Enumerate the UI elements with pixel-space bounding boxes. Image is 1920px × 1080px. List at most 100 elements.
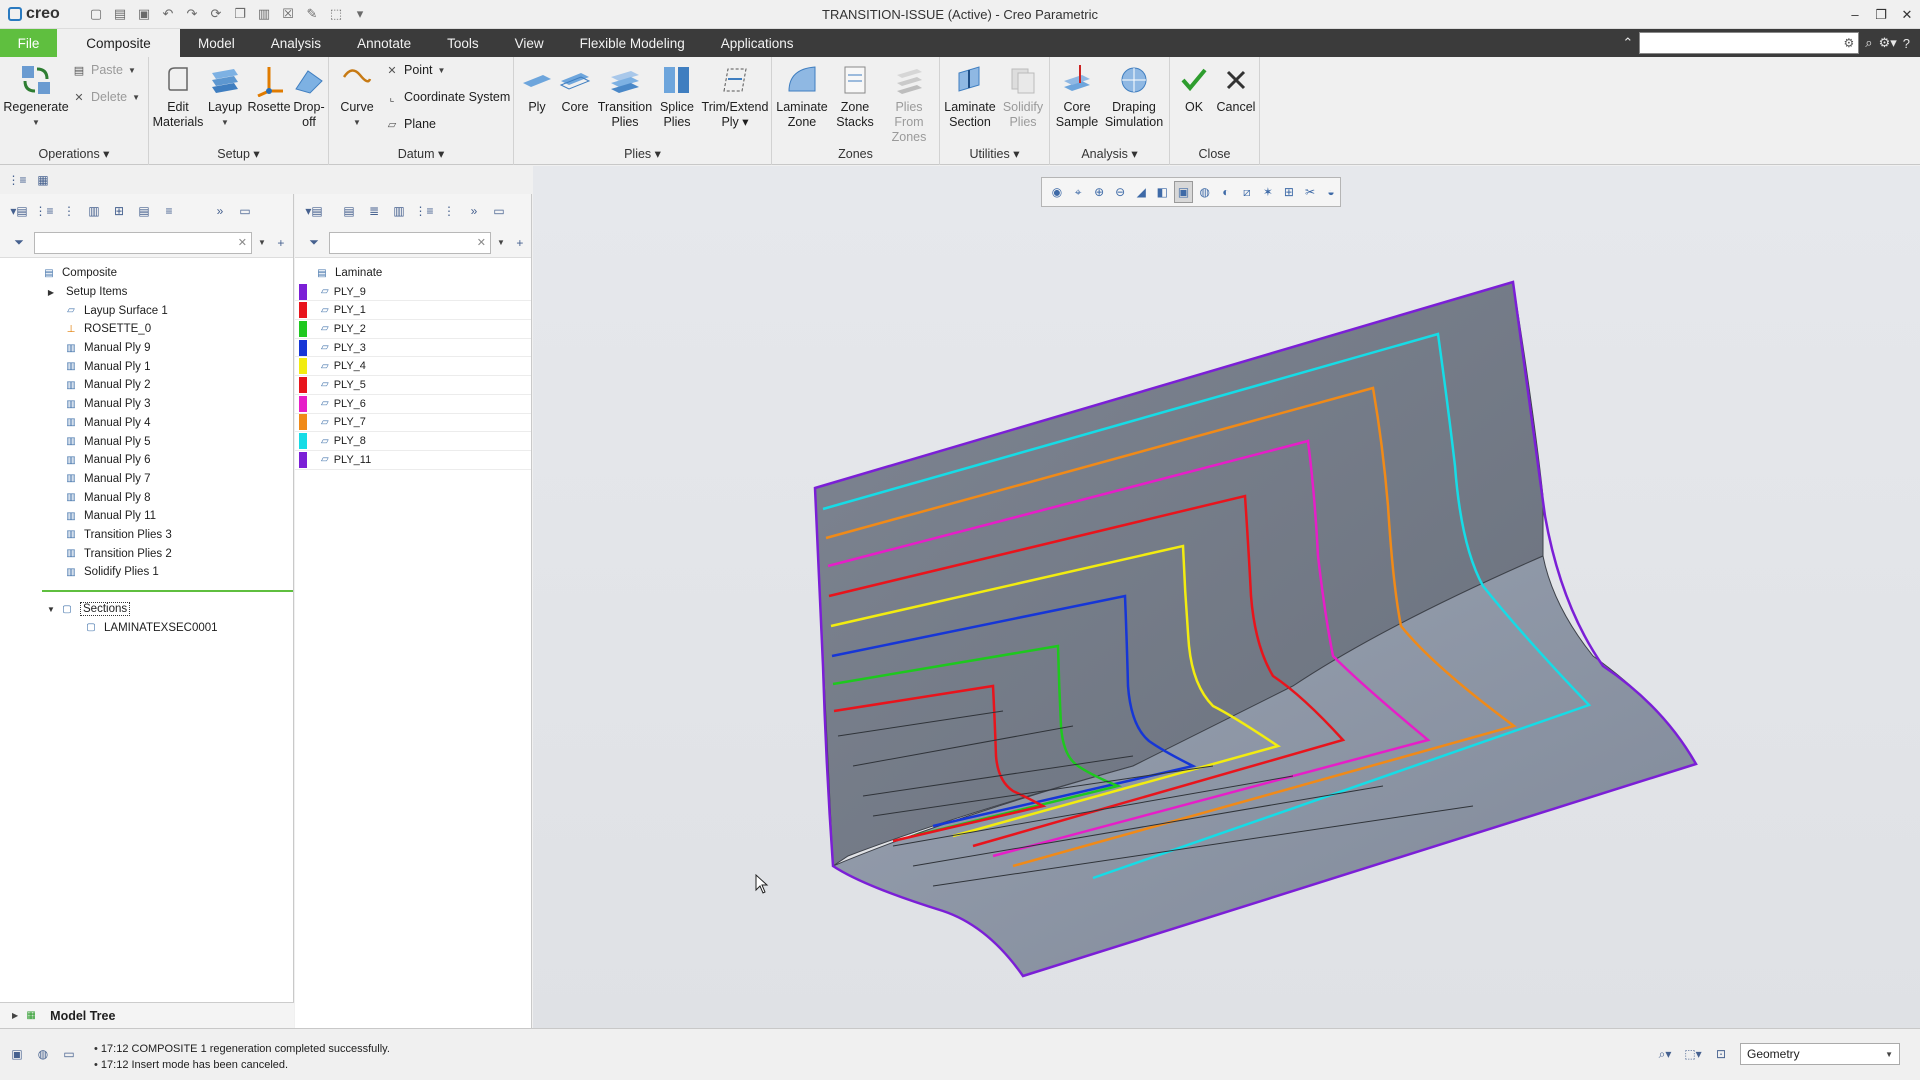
ply-row[interactable]: ▱ PLY_8 [295,432,531,451]
new-file-icon[interactable]: ▢ [86,4,106,24]
plane-button[interactable]: ▱ Plane [385,117,436,131]
dropoff-button[interactable]: Drop- off [291,63,327,130]
laminate-filter-dropdown-icon[interactable]: ▼ [497,238,505,247]
ply-row[interactable]: ▱ PLY_5 [295,376,531,395]
ply-row[interactable]: ▱ PLY_3 [295,339,531,358]
paste-button[interactable]: ▤ Paste ▼ [72,63,136,77]
model-tree-search-input[interactable]: ✕ [34,231,252,254]
tree-item[interactable]: ▥ Manual Ply 9 [0,339,293,358]
group-label-plies[interactable]: Plies ▾ [514,146,771,161]
tree-item[interactable]: ▥ Manual Ply 11 [0,507,293,526]
plus-icon[interactable]: + [272,234,290,252]
tree-item-sections[interactable]: ▼ ▢ Sections [0,600,293,619]
overflow-icon[interactable]: » [211,202,229,220]
tree-sort-icon[interactable]: ⊞ [110,202,128,220]
tree-item[interactable]: ▥ Manual Ply 7 [0,470,293,489]
laminate-zone-button[interactable]: Laminate Zone [774,63,830,130]
laminate-columns-icon[interactable]: ▥ [390,202,408,220]
ply-row[interactable]: ▱ PLY_11 [295,451,531,470]
tree-item[interactable]: ⊥ ROSETTE_0 [0,320,293,339]
ply-row[interactable]: ▱ PLY_4 [295,357,531,377]
tree-filter-icon[interactable]: ▥ [85,202,103,220]
model-tree-footer[interactable]: ▶ ▦ Model Tree [0,1002,294,1028]
find-icon[interactable]: ⌕▾ [1656,1045,1674,1063]
tree-item[interactable]: ▥ Transition Plies 3 [0,526,293,545]
laminate-plus-icon[interactable]: + [511,234,529,252]
laminate-overflow-icon[interactable]: » [465,202,483,220]
save-icon[interactable]: ▣ [134,4,154,24]
composite-model-view[interactable] [533,166,1920,1028]
point-button[interactable]: ✕ Point ▼ [385,63,445,77]
coordinate-system-button[interactable]: ⌞ Coordinate System [385,90,510,104]
group-label-analysis[interactable]: Analysis ▾ [1050,146,1169,161]
tree-columns-icon[interactable]: ⋮≡ [35,202,54,220]
folder-browser-tab-icon[interactable]: ▦ [34,171,52,189]
laminate-settings-icon[interactable]: ▾▤ [305,202,323,220]
tab-analysis[interactable]: Analysis [253,29,339,57]
restore-icon[interactable]: ❐ [1868,0,1894,29]
layup-button[interactable]: Layup ▼ [205,63,245,130]
laminate-collapse-icon[interactable]: ⋮ [440,202,458,220]
group-label-utilities[interactable]: Utilities ▾ [940,146,1049,161]
windows-icon[interactable]: ❐ [230,4,250,24]
ply-row[interactable]: ▱ PLY_6 [295,395,531,414]
tab-composite[interactable]: Composite [57,29,180,57]
collapse-ribbon-icon[interactable]: ⌃ [1622,35,1633,51]
fullscreen-icon[interactable]: ▭ [60,1045,78,1063]
cancel-small-icon[interactable]: ☒ [278,4,298,24]
customize-qat-icon[interactable]: ▾ [350,4,370,24]
search-icon[interactable]: ⌕ [1865,35,1872,51]
core-sample-button[interactable]: Core Sample [1054,63,1100,130]
tab-applications[interactable]: Applications [703,29,812,57]
smart-select-icon[interactable]: ⊡ [1712,1045,1730,1063]
trim-extend-ply-button[interactable]: Trim/Extend Ply ▾ [700,63,770,130]
settings-icon[interactable]: ⚙▾ [1879,35,1897,51]
laminate-section-button[interactable]: Laminate Section [942,63,998,130]
laminate-search-input[interactable]: ✕ [329,231,491,254]
close-icon[interactable]: ✕ [1894,0,1920,29]
insert-here-marker[interactable] [42,589,293,592]
redo-icon[interactable]: ↷ [182,4,202,24]
tree-options-icon[interactable]: ▭ [236,202,254,220]
clear-search-icon[interactable]: ✕ [238,236,247,249]
select-icon[interactable]: ⬚ [326,4,346,24]
tree-root[interactable]: ▤ Composite [0,264,293,283]
tree-item[interactable]: ▥ Manual Ply 3 [0,395,293,414]
filter-dropdown-icon[interactable]: ▼ [258,238,266,247]
help-icon[interactable]: ? [1903,36,1910,51]
cancel-button[interactable]: Cancel [1214,63,1258,115]
tab-annotate[interactable]: Annotate [339,29,429,57]
close-window-icon[interactable]: ▥ [254,4,274,24]
tab-flexible-modeling[interactable]: Flexible Modeling [562,29,703,57]
gear-icon[interactable]: ⚙ [1844,36,1855,50]
laminate-options-icon[interactable]: ▭ [490,202,508,220]
tree-item[interactable]: ▱ Layup Surface 1 [0,301,293,320]
laminate-view-icon[interactable]: ▤ [340,202,358,220]
regenerate-button[interactable]: Regenerate ▼ [3,63,69,130]
open-file-icon[interactable]: ▤ [110,4,130,24]
tree-more-icon[interactable]: ≡ [160,202,178,220]
laminate-expand-icon[interactable]: ⋮≡ [415,202,434,220]
minimize-icon[interactable]: – [1842,0,1868,29]
draping-simulation-button[interactable]: Draping Simulation [1102,63,1166,130]
delete-button[interactable]: ✕ Delete ▼ [72,90,140,104]
ply-row[interactable]: ▱ PLY_7 [295,414,531,433]
plies-from-zones-button[interactable]: Plies From Zones [880,63,938,145]
tree-item[interactable]: ▥ Solidify Plies 1 [0,563,293,582]
group-label-datum[interactable]: Datum ▾ [329,146,513,161]
tree-item[interactable]: ▥ Manual Ply 2 [0,376,293,395]
regenerate-small-icon[interactable]: ⟳ [206,4,226,24]
undo-icon[interactable]: ↶ [158,4,178,24]
tree-item-section[interactable]: ▢ LAMINATEXSEC0001 [0,618,293,637]
tab-model[interactable]: Model [180,29,253,57]
transition-plies-button[interactable]: Transition Plies [596,63,654,130]
zone-stacks-button[interactable]: Zone Stacks [830,63,880,130]
laminate-root[interactable]: ▤ Laminate [295,264,531,283]
ply-row[interactable]: ▱ PLY_9 [295,283,531,302]
laminate-list-icon[interactable]: ≣ [365,202,383,220]
search-input[interactable]: ⚙ [1639,32,1860,54]
tree-item[interactable]: ▥ Transition Plies 2 [0,544,293,563]
selection-box-icon[interactable]: ⬚▾ [1684,1045,1702,1063]
splice-plies-button[interactable]: Splice Plies [654,63,700,130]
selection-filter-dropdown[interactable]: Geometry ▼ [1740,1043,1900,1065]
